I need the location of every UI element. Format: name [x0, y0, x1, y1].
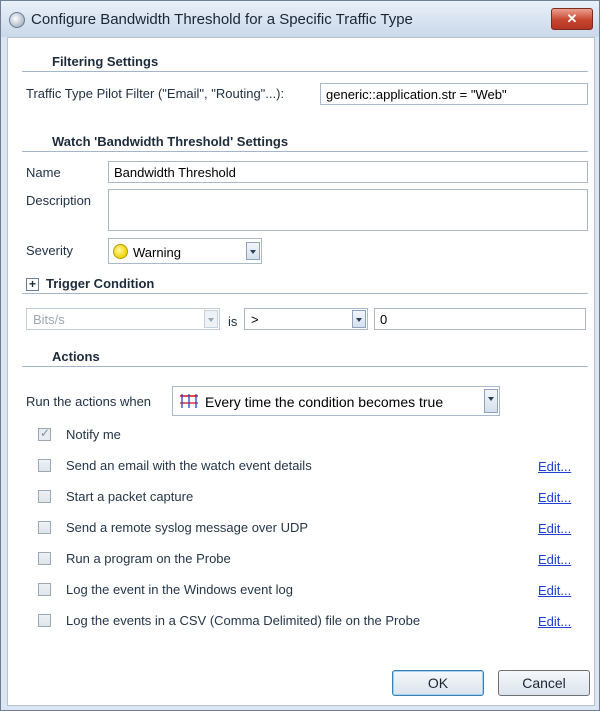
- name-input[interactable]: Bandwidth Threshold: [108, 161, 588, 183]
- email-action-checkbox[interactable]: [38, 459, 51, 472]
- expand-icon[interactable]: +: [26, 278, 39, 291]
- windows-log-label: Log the event in the Windows event log: [66, 582, 293, 597]
- trigger-icon: [180, 394, 198, 408]
- chevron-down-icon[interactable]: [352, 310, 366, 328]
- csv-log-edit-link[interactable]: Edit...: [538, 614, 571, 629]
- csv-log-checkbox[interactable]: [38, 614, 51, 627]
- metric-select[interactable]: Bits/s: [26, 308, 220, 330]
- description-label: Description: [26, 193, 92, 208]
- description-input[interactable]: [108, 189, 588, 231]
- watch-divider: [22, 151, 588, 152]
- email-action-label: Send an email with the watch event detai…: [66, 458, 312, 473]
- metric-value: Bits/s: [33, 312, 65, 327]
- warning-icon: [113, 244, 128, 259]
- operator-value: >: [251, 312, 259, 327]
- operator-select[interactable]: >: [244, 308, 368, 330]
- name-label: Name: [26, 165, 61, 180]
- syslog-label: Send a remote syslog message over UDP: [66, 520, 309, 535]
- packet-capture-label: Start a packet capture: [66, 489, 194, 504]
- notify-me-label: Notify me: [66, 427, 121, 442]
- run-program-checkbox[interactable]: [38, 552, 51, 565]
- window-title: Configure Bandwidth Threshold for a Spec…: [31, 11, 413, 28]
- close-button[interactable]: ✕: [551, 8, 593, 30]
- syslog-checkbox[interactable]: [38, 521, 51, 534]
- traffic-filter-input[interactable]: generic::application.str = "Web": [320, 83, 588, 105]
- severity-select[interactable]: Warning: [108, 238, 262, 264]
- trigger-heading: Trigger Condition: [46, 276, 155, 291]
- dialog-body: Filtering Settings Traffic Type Pilot Fi…: [7, 37, 595, 706]
- csv-log-label: Log the events in a CSV (Comma Delimited…: [66, 613, 421, 628]
- windows-log-checkbox[interactable]: [38, 583, 51, 596]
- run-actions-value: Every time the condition becomes true: [205, 394, 444, 410]
- traffic-filter-label: Traffic Type Pilot Filter ("Email", "Rou…: [26, 86, 285, 101]
- severity-value: Warning: [133, 245, 181, 260]
- notify-me-checkbox[interactable]: ✓: [38, 426, 51, 441]
- run-program-label: Run a program on the Probe: [66, 551, 231, 566]
- is-label: is: [228, 314, 238, 329]
- actions-divider: [22, 366, 588, 367]
- email-action-edit-link[interactable]: Edit...: [538, 459, 571, 474]
- packet-capture-edit-link[interactable]: Edit...: [538, 490, 571, 505]
- checkmark-icon: ✓: [40, 426, 51, 440]
- dialog-window: Configure Bandwidth Threshold for a Spec…: [0, 0, 600, 711]
- ok-button[interactable]: OK: [392, 670, 484, 696]
- title-bar[interactable]: Configure Bandwidth Threshold for a Spec…: [1, 1, 599, 37]
- actions-heading: Actions: [52, 349, 100, 364]
- filtering-divider: [22, 71, 588, 72]
- threshold-input[interactable]: 0: [374, 308, 586, 330]
- run-program-edit-link[interactable]: Edit...: [538, 552, 571, 567]
- severity-label: Severity: [26, 243, 73, 258]
- chevron-down-icon[interactable]: [484, 389, 498, 413]
- watch-heading: Watch 'Bandwidth Threshold' Settings: [52, 134, 289, 149]
- chevron-down-icon[interactable]: [204, 310, 218, 328]
- chevron-down-icon[interactable]: [246, 242, 260, 260]
- filtering-heading: Filtering Settings: [52, 54, 159, 69]
- windows-log-edit-link[interactable]: Edit...: [538, 583, 571, 598]
- run-actions-select[interactable]: Every time the condition becomes true: [172, 386, 500, 416]
- trigger-divider: [22, 293, 588, 294]
- app-icon: [9, 12, 25, 28]
- cancel-button[interactable]: Cancel: [498, 670, 590, 696]
- run-actions-label: Run the actions when: [26, 394, 152, 409]
- syslog-edit-link[interactable]: Edit...: [538, 521, 571, 536]
- packet-capture-checkbox[interactable]: [38, 490, 51, 503]
